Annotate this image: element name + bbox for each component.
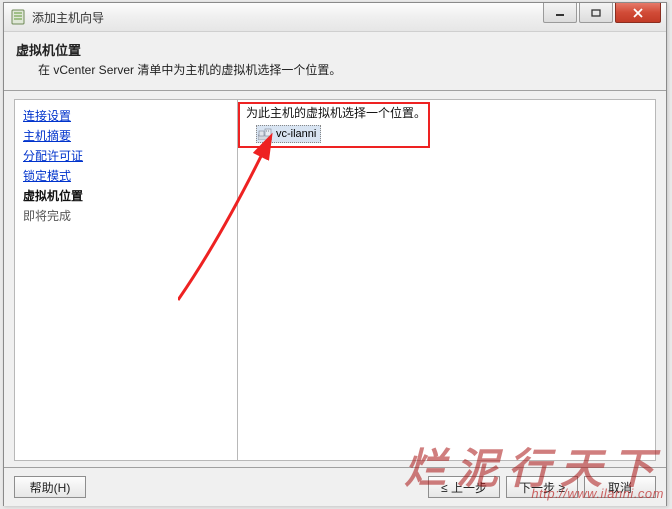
page-subtitle: 在 vCenter Server 清单中为主机的虚拟机选择一个位置。 (16, 61, 666, 78)
tree-node-datacenter[interactable]: vc-ilanni (246, 125, 647, 143)
page-title: 虚拟机位置 (16, 40, 666, 59)
wizard-window: 添加主机向导 虚拟机位置 在 vCenter Server 清单中为主机的虚拟机… (3, 2, 667, 506)
main-prompt: 为此主机的虚拟机选择一个位置。 (246, 104, 647, 121)
nav-step-summary[interactable]: 主机摘要 (23, 126, 229, 146)
minimize-button[interactable] (543, 3, 577, 23)
window-title: 添加主机向导 (32, 9, 543, 26)
cancel-button[interactable]: 取消 (584, 476, 656, 498)
titlebar: 添加主机向导 (4, 3, 666, 32)
wizard-body: 连接设置 主机摘要 分配许可证 锁定模式 虚拟机位置 即将完成 为此主机的虚拟机… (4, 91, 666, 467)
main-panel: 为此主机的虚拟机选择一个位置。 vc-ilanni (238, 99, 656, 461)
wizard-header: 虚拟机位置 在 vCenter Server 清单中为主机的虚拟机选择一个位置。 (4, 32, 666, 91)
window-buttons (543, 3, 666, 31)
tree-node-selected: vc-ilanni (256, 125, 321, 143)
tree-node-label: vc-ilanni (276, 128, 316, 140)
nav-step-lockdown[interactable]: 锁定模式 (23, 166, 229, 186)
nav-step-license[interactable]: 分配许可证 (23, 146, 229, 166)
datacenter-icon (258, 128, 272, 140)
nav-step-connection[interactable]: 连接设置 (23, 106, 229, 126)
next-button[interactable]: 下一步 ≥ (506, 476, 578, 498)
help-button[interactable]: 帮助(H) (14, 476, 86, 498)
nav-step-ready: 即将完成 (23, 206, 229, 226)
wizard-footer: 帮助(H) ≤ 上一步 下一步 ≥ 取消 (4, 467, 666, 506)
step-nav: 连接设置 主机摘要 分配许可证 锁定模式 虚拟机位置 即将完成 (14, 99, 238, 461)
app-icon (10, 9, 26, 25)
maximize-button[interactable] (579, 3, 613, 23)
back-button[interactable]: ≤ 上一步 (428, 476, 500, 498)
close-button[interactable] (615, 3, 661, 23)
nav-step-vm-location: 虚拟机位置 (23, 186, 229, 206)
